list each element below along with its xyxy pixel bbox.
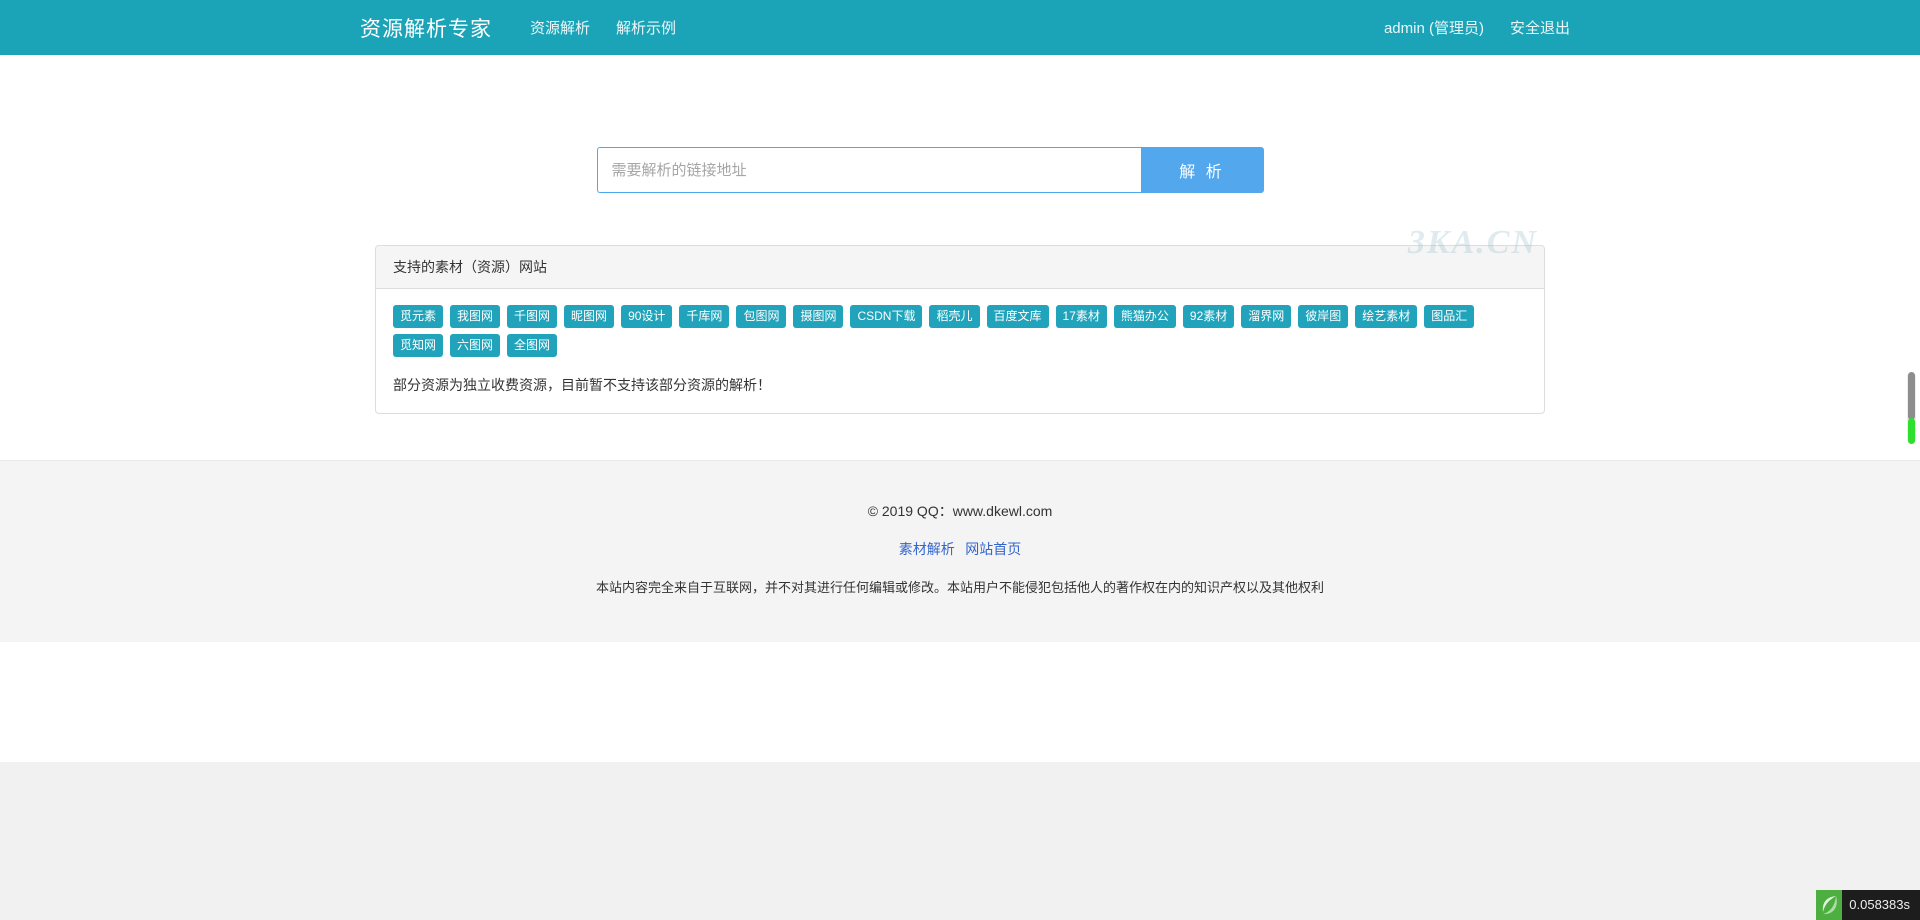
bottom-grey-area: 刀客资源网 www.dkewl.com (0, 762, 1920, 920)
footer-links: 素材解析 网站首页 (0, 539, 1920, 559)
footer-link-home[interactable]: 网站首页 (965, 541, 1021, 557)
scrollbar-progress-indicator[interactable] (1908, 418, 1915, 444)
top-navbar: 资源解析专家 资源解析 解析示例 admin (管理员) 安全退出 (0, 0, 1920, 55)
panel-heading: 支持的素材（资源）网站 (376, 246, 1544, 289)
search-input-group: 解 析 (597, 147, 1264, 193)
nav-link-user[interactable]: admin (管理员) (1384, 17, 1484, 38)
main-content: 解 析 3KA.CN 支持的素材（资源）网站 觅元素我图网千图网昵图网90设计千… (0, 55, 1920, 415)
site-footer: © 2019 QQ：www.dkewl.com 素材解析 网站首页 本站内容完全… (0, 460, 1920, 642)
perf-timer-badge[interactable]: 0.058383s (1837, 890, 1920, 920)
site-tag[interactable]: 彼岸图 (1298, 305, 1348, 328)
site-tag[interactable]: 全图网 (507, 334, 557, 357)
nav-link-parse[interactable]: 资源解析 (530, 17, 590, 38)
footer-disclaimer: 本站内容完全来自于互联网，并不对其进行任何编辑或修改。本站用户不能侵犯包括他人的… (0, 577, 1920, 596)
site-tag[interactable]: 千库网 (679, 305, 729, 328)
navbar-inner: 资源解析专家 资源解析 解析示例 admin (管理员) 安全退出 (0, 13, 1920, 43)
page-root: 资源解析专家 资源解析 解析示例 admin (管理员) 安全退出 解 析 3K… (0, 0, 1920, 920)
parse-button[interactable]: 解 析 (1141, 147, 1264, 193)
supported-site-tag-list: 觅元素我图网千图网昵图网 90设计千库网包图网摄图网 CSDN下载稻壳儿百度文库 17… (393, 305, 1527, 357)
footer-copyright: © 2019 QQ：www.dkewl.com (0, 501, 1920, 521)
site-tag[interactable]: 图品汇 (1424, 305, 1474, 328)
site-tag[interactable]: 92素材 (1183, 305, 1234, 328)
nav-link-example[interactable]: 解析示例 (616, 17, 676, 38)
page-scrollbar[interactable] (1907, 372, 1916, 444)
site-tag[interactable]: 百度文库 (987, 305, 1049, 328)
site-tag[interactable]: 溜界网 (1241, 305, 1291, 328)
site-tag[interactable]: 我图网 (450, 305, 500, 328)
panel-note: 部分资源为独立收费资源，目前暂不支持该部分资源的解析！ (393, 375, 1527, 395)
panel-body: 觅元素我图网千图网昵图网 90设计千库网包图网摄图网 CSDN下载稻壳儿百度文库 17… (376, 289, 1544, 413)
below-footer-spacer (0, 642, 1920, 762)
site-tag[interactable]: 六图网 (450, 334, 500, 357)
search-section: 解 析 (0, 147, 1920, 193)
site-tag[interactable]: 17素材 (1056, 305, 1107, 328)
site-tag[interactable]: 千图网 (507, 305, 557, 328)
leaf-icon (1816, 890, 1842, 920)
footer-link-parse[interactable]: 素材解析 (899, 541, 955, 557)
site-tag[interactable]: CSDN下载 (850, 305, 922, 328)
navbar-links: 资源解析 解析示例 (530, 17, 676, 38)
site-tag[interactable]: 熊猫办公 (1114, 305, 1176, 328)
site-tag[interactable]: 90设计 (621, 305, 672, 328)
site-tag[interactable]: 绘艺素材 (1355, 305, 1417, 328)
navbar-right: admin (管理员) 安全退出 (1384, 17, 1880, 38)
site-tag[interactable]: 昵图网 (564, 305, 614, 328)
supported-sites-panel: 3KA.CN 支持的素材（资源）网站 觅元素我图网千图网昵图网90设计千库网包图… (375, 245, 1545, 414)
nav-link-logout[interactable]: 安全退出 (1510, 17, 1570, 38)
site-tag[interactable]: 觅元素 (393, 305, 443, 328)
site-brand[interactable]: 资源解析专家 (360, 13, 492, 43)
site-tag[interactable]: 摄图网 (793, 305, 843, 328)
search-input[interactable] (597, 147, 1141, 193)
site-tag[interactable]: 包图网 (736, 305, 786, 328)
site-tag[interactable]: 觅知网 (393, 334, 443, 357)
scrollbar-thumb[interactable] (1908, 372, 1915, 420)
site-tag[interactable]: 稻壳儿 (929, 305, 979, 328)
